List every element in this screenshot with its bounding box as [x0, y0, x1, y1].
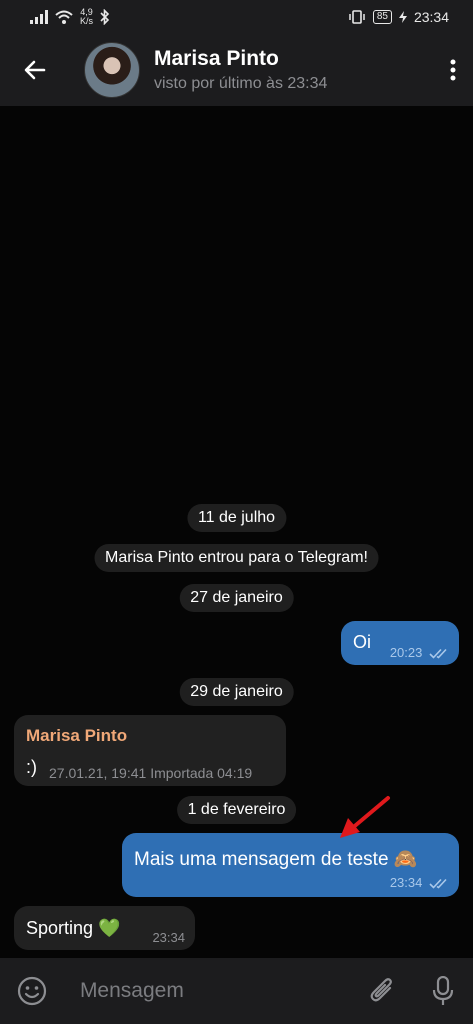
message-meta: 20:23 [390, 645, 449, 660]
battery-indicator: 85 [372, 10, 392, 24]
message-text: Sporting 💚 [26, 918, 121, 938]
more-options-button[interactable] [433, 34, 473, 106]
network-speed: 4,9 K/s [80, 8, 93, 26]
message-meta: 27.01.21, 19:41 Importada 04:19 [49, 765, 253, 781]
bluetooth-icon [100, 9, 110, 25]
status-time: 23:34 [413, 9, 449, 25]
vibrate-icon [349, 10, 365, 24]
back-arrow-icon [24, 60, 46, 80]
date-separator: 11 de julho [186, 504, 287, 532]
status-right: 85 23:34 [348, 9, 449, 25]
microphone-icon [432, 976, 454, 1005]
attach-button[interactable] [351, 958, 413, 1024]
outgoing-message[interactable]: Oi 20:23 [341, 621, 459, 665]
speed-unit: K/s [80, 16, 94, 26]
double-check-icon [429, 879, 447, 889]
message-time: 23:34 [152, 930, 185, 945]
incoming-message[interactable]: Sporting 💚 23:34 [14, 906, 195, 950]
incoming-message[interactable]: Marisa Pinto :) 27.01.21, 19:41 Importad… [14, 715, 286, 786]
chat-area[interactable]: 11 de julho Marisa Pinto entrou para o T… [0, 106, 473, 958]
emoji-icon [17, 976, 47, 1006]
avatar[interactable] [84, 42, 140, 98]
chat-header: Marisa Pinto visto por último às 23:34 [0, 34, 473, 106]
contact-name: Marisa Pinto [154, 47, 279, 70]
service-message: Marisa Pinto entrou para o Telegram! [94, 544, 379, 572]
date-separator: 29 de janeiro [179, 678, 294, 706]
message-text: Mais uma mensagem de teste 🙈 [134, 849, 418, 870]
charging-icon [398, 11, 407, 23]
attach-icon [370, 978, 392, 1002]
status-left: 4,9 K/s [30, 8, 110, 26]
message-text: :) [26, 757, 37, 777]
red-arrow-annotation [340, 796, 390, 838]
voice-button[interactable] [413, 958, 473, 1024]
emoji-button[interactable] [0, 958, 64, 1024]
status-bar: 4,9 K/s 85 23:34 [0, 0, 473, 34]
contact-info[interactable]: Marisa Pinto visto por último às 23:34 [154, 47, 433, 93]
signal-icon [30, 10, 48, 24]
last-seen-status: visto por último às 23:34 [154, 75, 328, 92]
wifi-icon [55, 10, 73, 24]
message-time: 23:34 [389, 875, 423, 890]
sender-name: Marisa Pinto [26, 726, 128, 745]
date-separator: 1 de fevereiro [176, 796, 297, 824]
message-time: 20:23 [389, 645, 423, 660]
message-meta: 23:34 [390, 875, 449, 890]
back-button[interactable] [0, 34, 70, 106]
outgoing-message[interactable]: Mais uma mensagem de teste 🙈 23:34 [122, 833, 459, 897]
date-separator: 27 de janeiro [179, 584, 294, 612]
message-text: Oi [353, 632, 371, 652]
message-input-bar [0, 958, 473, 1024]
more-vertical-icon [450, 59, 456, 81]
message-input[interactable] [63, 958, 351, 1024]
double-check-icon [429, 649, 447, 659]
